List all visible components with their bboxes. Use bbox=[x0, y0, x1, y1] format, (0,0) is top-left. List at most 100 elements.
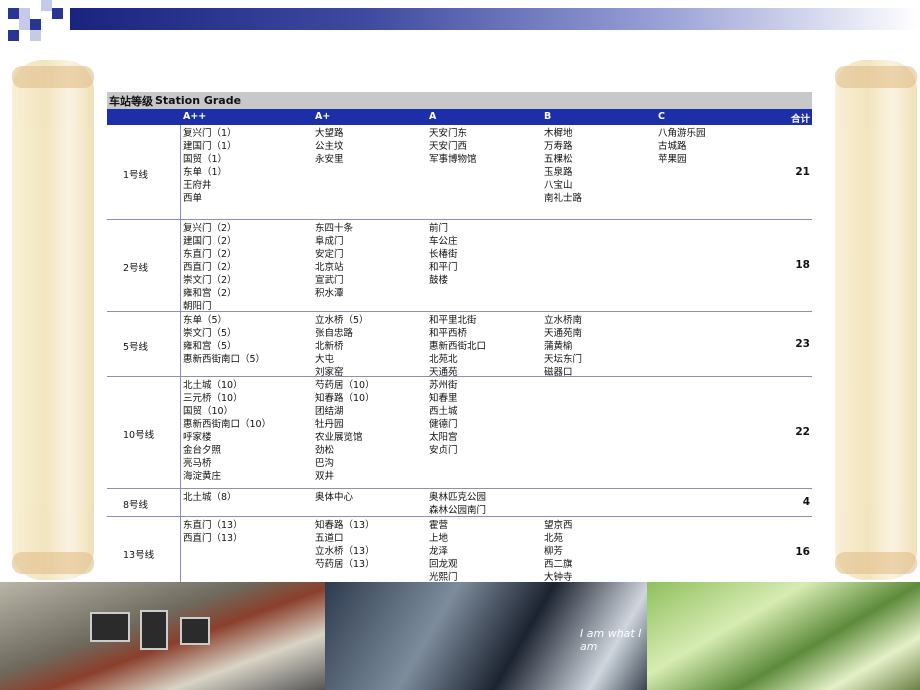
station-name: 龙泽 bbox=[429, 546, 449, 557]
station-lightbox-photo bbox=[647, 582, 920, 690]
title-en: Station Grade bbox=[155, 94, 242, 107]
station-name: 巴沟 bbox=[315, 458, 335, 469]
station-name: 古城路 bbox=[658, 141, 687, 152]
line-name: 2号线 bbox=[123, 263, 149, 274]
grade-column: 望京西 北苑 柳芳 西二旗 大钟寺 bbox=[544, 519, 573, 584]
station-name: 万寿路 bbox=[544, 141, 573, 152]
station-name: 苏州街 bbox=[429, 380, 458, 391]
station-name: 雍和宫（5） bbox=[183, 341, 237, 352]
station-name: 五道口 bbox=[315, 533, 344, 544]
photo-strip: I am what I am bbox=[0, 582, 920, 690]
column-divider bbox=[180, 517, 181, 588]
line-block: 1号线 复兴门（1） 建国门（1） 国贸（1） 东单（1） 王府井 西单 大望路 公主坟 永安里 天… bbox=[107, 125, 812, 220]
station-name: 和平门 bbox=[429, 262, 458, 273]
station-name: 西二旗 bbox=[544, 559, 573, 570]
station-name: 西单 bbox=[183, 193, 203, 204]
station-name: 柳芳 bbox=[544, 546, 564, 557]
station-name: 芍药居（10） bbox=[315, 380, 375, 391]
station-name: 长椿街 bbox=[429, 249, 458, 260]
line-block: 8号线 北土城（8） 奥体中心 奥林匹克公园 森林公园南门 4 bbox=[107, 489, 812, 517]
grade-header-row: A++ A+ A B C 合计 bbox=[107, 109, 812, 125]
table-title-row: 车站等级 Station Grade bbox=[107, 92, 812, 109]
station-name: 八宝山 bbox=[544, 180, 573, 191]
grade-column: 八角游乐园 古城路 苹果园 bbox=[658, 127, 706, 166]
station-name: 西直门（2） bbox=[183, 262, 237, 273]
station-name: 西土城 bbox=[429, 406, 458, 417]
right-scroll-decoration bbox=[835, 60, 917, 580]
deco-square bbox=[8, 8, 19, 19]
line-total: 16 bbox=[795, 546, 810, 558]
column-divider bbox=[180, 377, 181, 488]
station-name: 公主坟 bbox=[315, 141, 344, 152]
grade-column: 北土城（10） 三元桥（10） 国贸（10） 惠新西街南口（10） 呼家楼 金台夕照 亮马桥… bbox=[183, 379, 271, 483]
line-block: 10号线 北土城（10） 三元桥（10） 国贸（10） 惠新西街南口（10） 呼家楼 金台夕… bbox=[107, 377, 812, 489]
station-name: 回龙观 bbox=[429, 559, 458, 570]
station-name: 北京站 bbox=[315, 262, 344, 273]
station-name: 团结湖 bbox=[315, 406, 344, 417]
station-name: 东直门（2） bbox=[183, 249, 237, 260]
line-total: 18 bbox=[795, 259, 810, 271]
station-name: 立水桥（13） bbox=[315, 546, 375, 557]
station-name: 亮马桥 bbox=[183, 458, 212, 469]
station-name: 芍药居（13） bbox=[315, 559, 375, 570]
station-name: 天安门西 bbox=[429, 141, 468, 152]
station-name: 永安里 bbox=[315, 154, 344, 165]
left-scroll-decoration bbox=[12, 60, 94, 580]
grade-column: 大望路 公主坟 永安里 bbox=[315, 127, 344, 166]
station-name: 蒲黄榆 bbox=[544, 341, 573, 352]
grade-column: 霍营 上地 龙泽 回龙观 光熙门 bbox=[429, 519, 458, 584]
grade-header-cell: A+ bbox=[315, 111, 331, 122]
station-name: 奥体中心 bbox=[315, 492, 354, 503]
station-name: 立水桥（5） bbox=[315, 315, 369, 326]
station-name: 苹果园 bbox=[658, 154, 687, 165]
station-name: 崇文门（5） bbox=[183, 328, 237, 339]
line-name: 1号线 bbox=[123, 169, 149, 181]
station-name: 惠新西街南口（5） bbox=[183, 354, 266, 365]
station-name: 玉泉路 bbox=[544, 167, 573, 178]
line-name: 13号线 bbox=[123, 550, 155, 561]
station-name: 建国门（1） bbox=[183, 141, 237, 152]
station-name: 惠新西街南口（10） bbox=[183, 419, 272, 430]
station-name: 前门 bbox=[429, 223, 449, 234]
station-name: 木樨地 bbox=[544, 128, 573, 139]
line-block: 13号线 东直门（13） 西直门（13） 知春路（13） 五道口 立水桥（13） 芍药居（1… bbox=[107, 517, 812, 589]
station-name: 惠新西街北口 bbox=[429, 341, 487, 352]
station-name: 三元桥（10） bbox=[183, 393, 243, 404]
subway-train-photo bbox=[0, 582, 325, 690]
station-name: 天坛东门 bbox=[544, 354, 583, 365]
grade-column: 东单（5） 崇文门（5） 雍和宫（5） 惠新西街南口（5） bbox=[183, 314, 265, 366]
station-name: 东四十条 bbox=[315, 223, 354, 234]
grade-column: 芍药居（10） 知春路（10） 团结湖 牡丹园 农业展览馆 劲松 巴沟 双井 bbox=[315, 379, 375, 483]
grade-column: 东四十条 阜成门 安定门 北京站 宣武门 积水潭 bbox=[315, 222, 353, 300]
grade-column: 复兴门（2） 建国门（2） 东直门（2） 西直门（2） 崇文门（2） 雍和宫（2） 朝阳门 bbox=[183, 222, 237, 313]
station-name: 立水桥南 bbox=[544, 315, 583, 326]
station-name: 牡丹园 bbox=[315, 419, 344, 430]
station-advertisement-photo: I am what I am bbox=[325, 582, 647, 690]
top-decoration-bar bbox=[0, 0, 920, 41]
station-name: 王府井 bbox=[183, 180, 212, 191]
deco-square bbox=[19, 8, 30, 19]
station-name: 和平里北街 bbox=[429, 315, 477, 326]
column-divider bbox=[180, 489, 181, 516]
line-total: 21 bbox=[795, 165, 810, 178]
line-block: 2号线 复兴门（2） 建国门（2） 东直门（2） 西直门（2） 崇文门（2） 雍和宫（2）朝… bbox=[107, 220, 812, 312]
station-name: 望京西 bbox=[544, 520, 573, 531]
station-name: 积水潭 bbox=[315, 288, 344, 299]
grade-column: 知春路（13） 五道口立水桥（13） 芍药居（13） bbox=[315, 519, 375, 571]
station-name: 车公庄 bbox=[429, 236, 458, 247]
station-name: 金台夕照 bbox=[183, 445, 222, 456]
station-name: 国贸（10） bbox=[183, 406, 234, 417]
station-name: 健德门 bbox=[429, 419, 458, 430]
title-cn: 车站等级 bbox=[109, 94, 153, 108]
grade-header-cell: A bbox=[429, 111, 437, 122]
station-name: 奥林匹克公园 bbox=[429, 492, 487, 503]
grade-header-cell: B bbox=[544, 111, 552, 122]
grade-column: 木樨地 万寿路 五棵松 玉泉路 八宝山 南礼士路 bbox=[544, 127, 582, 205]
grade-header-cell: C bbox=[658, 111, 665, 122]
station-name: 知春路（13） bbox=[315, 520, 375, 531]
station-name: 阜成门 bbox=[315, 236, 344, 247]
station-name: 北苑 bbox=[544, 533, 564, 544]
station-name: 和平西桥 bbox=[429, 328, 468, 339]
column-divider bbox=[180, 125, 181, 219]
station-name: 东单（1） bbox=[183, 167, 228, 178]
